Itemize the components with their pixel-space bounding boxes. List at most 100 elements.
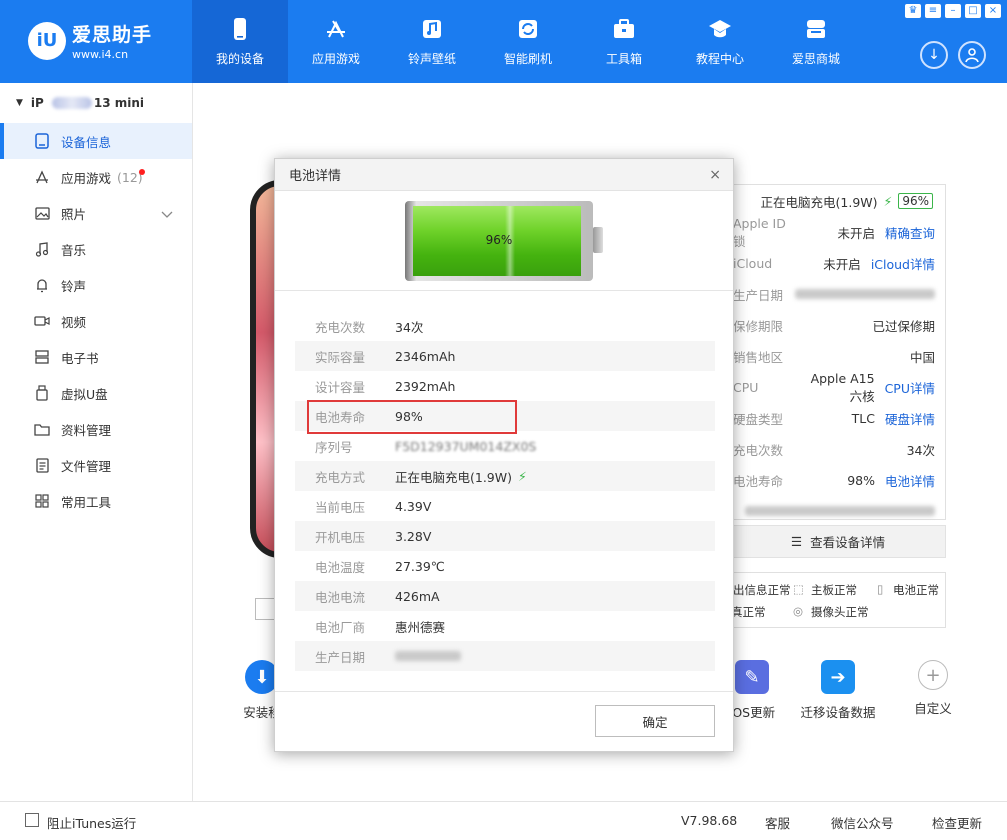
nav-my-device[interactable]: 我的设备 bbox=[192, 0, 288, 83]
detail-row: 实际容量 2346mAh bbox=[295, 341, 715, 371]
detail-value: F5D12937UM014ZX0S bbox=[395, 438, 537, 454]
nav-apps[interactable]: 应用游戏 bbox=[288, 0, 384, 83]
info-link[interactable]: 电池详情 bbox=[885, 471, 935, 490]
info-value: 34次 bbox=[906, 443, 935, 458]
sidebar-item-videos[interactable]: 视频 bbox=[0, 303, 192, 339]
check-update-link[interactable]: 检查更新 bbox=[932, 813, 982, 832]
detail-row: 设计容量 2392mAh bbox=[295, 371, 715, 401]
folder-icon bbox=[34, 421, 50, 437]
status-board: 主板正常 bbox=[811, 583, 857, 597]
nav-toolbox[interactable]: 工具箱 bbox=[576, 0, 672, 83]
detail-key: 电池厂商 bbox=[315, 619, 366, 635]
nav-store[interactable]: 爱思商城 bbox=[768, 0, 864, 83]
video-icon bbox=[34, 313, 50, 329]
skin-icon[interactable]: ♛ bbox=[905, 4, 921, 18]
info-key: iCloud bbox=[733, 256, 773, 271]
info-link[interactable]: iCloud详情 bbox=[871, 254, 935, 273]
camera-icon: ◎ bbox=[793, 604, 804, 618]
detail-value-wrap: 正在电脑充电(1.9W) ⚡ bbox=[395, 467, 527, 486]
info-key: 保修期限 bbox=[733, 319, 784, 334]
detail-row: 电池电流 426mA bbox=[295, 581, 715, 611]
sidebar-item-ebooks[interactable]: 电子书 bbox=[0, 339, 192, 375]
info-key: 充电次数 bbox=[733, 443, 784, 458]
file-icon bbox=[34, 457, 50, 473]
customer-service-link[interactable]: 客服 bbox=[765, 813, 790, 832]
tool-migrate-data[interactable]: ➔ 迁移设备数据 bbox=[800, 660, 876, 721]
close-window-icon[interactable]: × bbox=[985, 4, 1001, 18]
dialog-header: 电池详情 × bbox=[275, 159, 733, 191]
chevron-down-icon[interactable] bbox=[161, 207, 173, 222]
close-icon[interactable]: × bbox=[709, 167, 721, 183]
battery-level-text: 96% bbox=[485, 233, 513, 247]
detail-row: 当前电压 4.39V bbox=[295, 491, 715, 521]
detail-value-redacted bbox=[395, 651, 461, 661]
info-link[interactable]: 精确查询 bbox=[885, 223, 935, 242]
detail-value: 4.39V bbox=[395, 498, 432, 514]
block-itunes-label: 阻止iTunes运行 bbox=[47, 816, 137, 831]
sidebar-item-photos[interactable]: 照片 bbox=[0, 195, 192, 231]
detail-value: 27.39℃ bbox=[395, 558, 445, 574]
list-icon: ☰ bbox=[790, 534, 803, 549]
status-bar: 阻止iTunes运行 V7.98.68 客服 微信公众号 检查更新 bbox=[0, 801, 1007, 840]
app-icon bbox=[34, 169, 50, 185]
nav-label: 铃声壁纸 bbox=[407, 51, 456, 66]
detail-row: 电池厂商 惠州德赛 bbox=[295, 611, 715, 641]
notification-dot bbox=[139, 169, 145, 175]
info-row-charge-count: 充电次数 34次 bbox=[731, 434, 945, 465]
nav-tutorials[interactable]: 教程中心 bbox=[672, 0, 768, 83]
sidebar-item-data-management[interactable]: 资料管理 bbox=[0, 411, 192, 447]
minimize-icon[interactable]: – bbox=[945, 4, 961, 18]
sidebar-item-ringtones[interactable]: 铃声 bbox=[0, 267, 192, 303]
divider bbox=[275, 290, 733, 291]
sidebar-item-device-info[interactable]: 设备信息 bbox=[0, 123, 192, 159]
window-controls: ♛ ≡ – □ × bbox=[905, 4, 1001, 18]
tool-customize[interactable]: + 自定义 bbox=[906, 660, 960, 717]
info-link[interactable]: 硬盘详情 bbox=[885, 409, 935, 428]
tool-label: iOS更新 bbox=[728, 705, 776, 720]
app-store-icon bbox=[327, 19, 345, 37]
info-value: TLC bbox=[851, 411, 875, 426]
device-status-box: 出信息正常 ⬚ 主板正常 ▯ 电池正常 真正常 ◎ 摄像头正常 bbox=[730, 572, 946, 628]
detail-value: 惠州德赛 bbox=[395, 619, 446, 635]
battery-small-icon: ▯ bbox=[877, 582, 884, 596]
sidebar-item-virtual-usb[interactable]: 虚拟U盘 bbox=[0, 375, 192, 411]
sidebar-item-apps[interactable]: 应用游戏 (12) bbox=[0, 159, 192, 195]
toolbox-icon bbox=[614, 18, 634, 38]
device-selector[interactable]: ▼ iP 13 mini bbox=[0, 83, 192, 123]
info-value-redacted bbox=[731, 504, 935, 519]
nav-flash[interactable]: 智能刷机 bbox=[480, 0, 576, 83]
ok-button[interactable]: 确定 bbox=[595, 705, 715, 737]
user-icon[interactable] bbox=[958, 41, 986, 69]
ios-update-icon: ✎ bbox=[735, 660, 769, 694]
block-itunes-checkbox[interactable] bbox=[25, 813, 39, 827]
ebook-icon bbox=[34, 349, 50, 365]
info-key: 生产日期 bbox=[733, 288, 784, 303]
status-camera: 摄像头正常 bbox=[811, 605, 869, 619]
battery-cap bbox=[593, 227, 603, 253]
top-nav: 我的设备 应用游戏 铃声壁纸 智能刷机 工具箱 教程中心 爱思商城 bbox=[192, 0, 864, 83]
sidebar-item-label: 视频 bbox=[61, 314, 87, 330]
detail-key: 实际容量 bbox=[315, 349, 366, 365]
tool-label: 迁移设备数据 bbox=[800, 705, 876, 720]
wechat-link[interactable]: 微信公众号 bbox=[831, 813, 894, 832]
tools-grid-icon bbox=[34, 493, 50, 509]
sidebar-item-common-tools[interactable]: 常用工具 bbox=[0, 483, 192, 519]
menu-icon[interactable]: ≡ bbox=[925, 4, 941, 18]
music-icon bbox=[34, 241, 50, 257]
maximize-icon[interactable]: □ bbox=[965, 4, 981, 18]
download-icon[interactable]: ↓ bbox=[920, 41, 948, 69]
detail-key: 序列号 bbox=[315, 439, 353, 455]
info-row-region: 销售地区 中国 bbox=[731, 341, 945, 372]
flash-icon bbox=[519, 19, 537, 38]
nav-label: 智能刷机 bbox=[503, 51, 552, 66]
detail-key: 当前电压 bbox=[315, 499, 366, 515]
info-link[interactable]: CPU详情 bbox=[885, 378, 935, 397]
device-name-suffix: 13 mini bbox=[93, 96, 144, 110]
sidebar-item-file-management[interactable]: 文件管理 bbox=[0, 447, 192, 483]
view-device-details-button[interactable]: ☰ 查看设备详情 bbox=[730, 525, 946, 558]
sidebar-item-music[interactable]: 音乐 bbox=[0, 231, 192, 267]
nav-ringtones[interactable]: 铃声壁纸 bbox=[384, 0, 480, 83]
dialog-title: 电池详情 bbox=[289, 169, 342, 184]
charging-status-row: 正在电脑充电(1.9W) ⚡ 96% bbox=[731, 185, 945, 217]
app-logo: iU 爱思助手 www.i4.cn bbox=[28, 20, 152, 61]
